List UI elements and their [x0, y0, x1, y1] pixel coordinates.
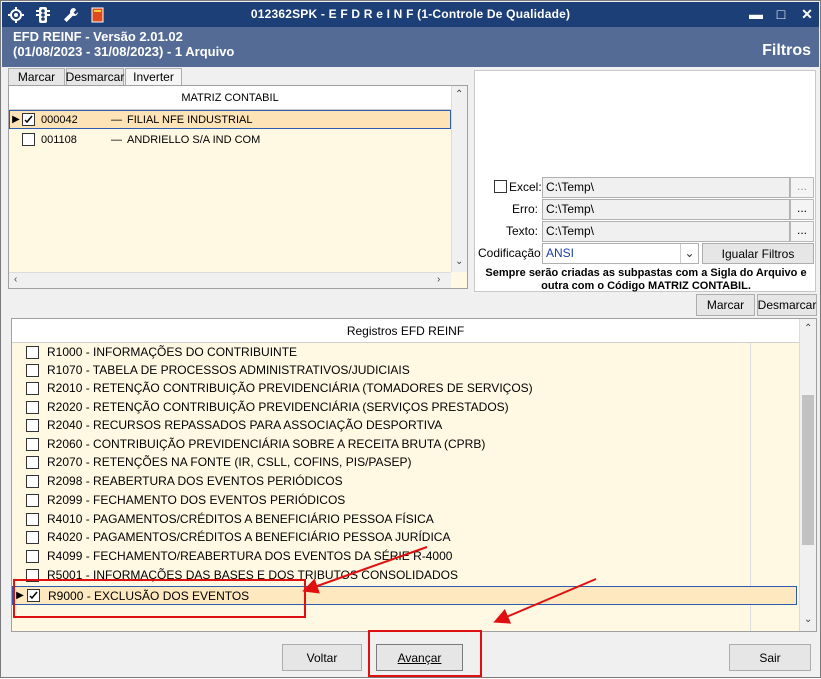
- voltar-button[interactable]: Voltar: [282, 644, 362, 671]
- arrow-to-r9000: [302, 546, 428, 594]
- annotation-arrows: [302, 546, 597, 624]
- arrow-to-avancar: [493, 578, 597, 624]
- efd-reinf-window: 012362SPK - E F D R e I N F (1-Controle …: [0, 0, 821, 678]
- avancar-button[interactable]: Avançar: [376, 644, 463, 671]
- sair-button[interactable]: Sair: [729, 644, 811, 671]
